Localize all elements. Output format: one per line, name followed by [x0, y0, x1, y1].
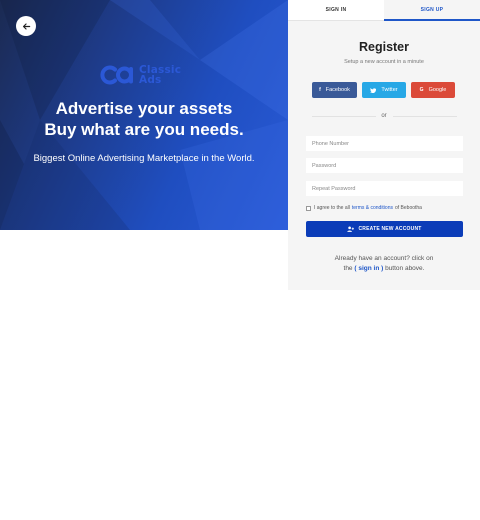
terms-prefix: I agree to the all — [314, 205, 350, 211]
user-plus-icon — [347, 226, 355, 232]
tab-sign-up[interactable]: SIGN UP — [384, 0, 480, 21]
auth-panel: SIGN IN SIGN UP Register Setup a new acc… — [288, 0, 480, 290]
logo: Classic Ads — [98, 64, 181, 86]
signin-prompt-prefix: the — [343, 265, 353, 272]
facebook-button[interactable]: f Facebook — [312, 82, 357, 98]
signin-prompt-suffix: button above. — [385, 265, 425, 272]
google-label: Google — [428, 87, 447, 93]
hero-subtitle: Biggest Online Advertising Marketplace i… — [33, 153, 255, 164]
signin-prompt: Already have an account? click on the ( … — [288, 254, 480, 274]
terms-checkbox[interactable] — [306, 205, 311, 211]
twitter-icon — [370, 87, 377, 93]
phone-number-field[interactable] — [306, 136, 463, 151]
google-button[interactable]: G Google — [411, 82, 455, 98]
signin-link[interactable]: ( sign in ) — [354, 265, 383, 272]
create-account-label: CREATE NEW ACCOUNT — [358, 226, 422, 232]
terms-agreement: I agree to the all terms & conditions of… — [306, 205, 422, 211]
facebook-label: Facebook — [325, 87, 350, 93]
repeat-password-field[interactable] — [306, 181, 463, 196]
password-field[interactable] — [306, 158, 463, 173]
logo-text-line2: Ads — [139, 74, 162, 86]
twitter-button[interactable]: Twitter — [362, 82, 406, 98]
logo-mark — [100, 65, 133, 85]
hero-title: Advertise your assets Buy what are you n… — [0, 98, 288, 140]
facebook-icon: f — [319, 87, 321, 93]
create-account-button[interactable]: CREATE NEW ACCOUNT — [306, 221, 463, 237]
back-button[interactable] — [16, 16, 36, 36]
hero-banner: Classic Ads Advertise your assets Buy wh… — [0, 0, 288, 230]
auth-tabs: SIGN IN SIGN UP — [288, 0, 480, 21]
twitter-label: Twitter — [381, 87, 398, 93]
arrow-left-icon — [22, 22, 30, 30]
terms-link[interactable]: terms & conditions — [352, 205, 393, 211]
divider-right — [393, 116, 457, 117]
signin-prompt-line1: Already have an account? click on — [334, 255, 434, 262]
hero-title-line2: Buy what are you needs. — [44, 120, 244, 139]
tab-sign-in[interactable]: SIGN IN — [288, 0, 384, 21]
terms-suffix: of Bebootha — [395, 205, 422, 211]
register-title: Register — [358, 40, 410, 54]
register-subtitle: Setup a new account in a minute — [344, 59, 424, 65]
google-icon: G — [419, 87, 424, 93]
hero-title-line1: Advertise your assets — [55, 99, 233, 118]
